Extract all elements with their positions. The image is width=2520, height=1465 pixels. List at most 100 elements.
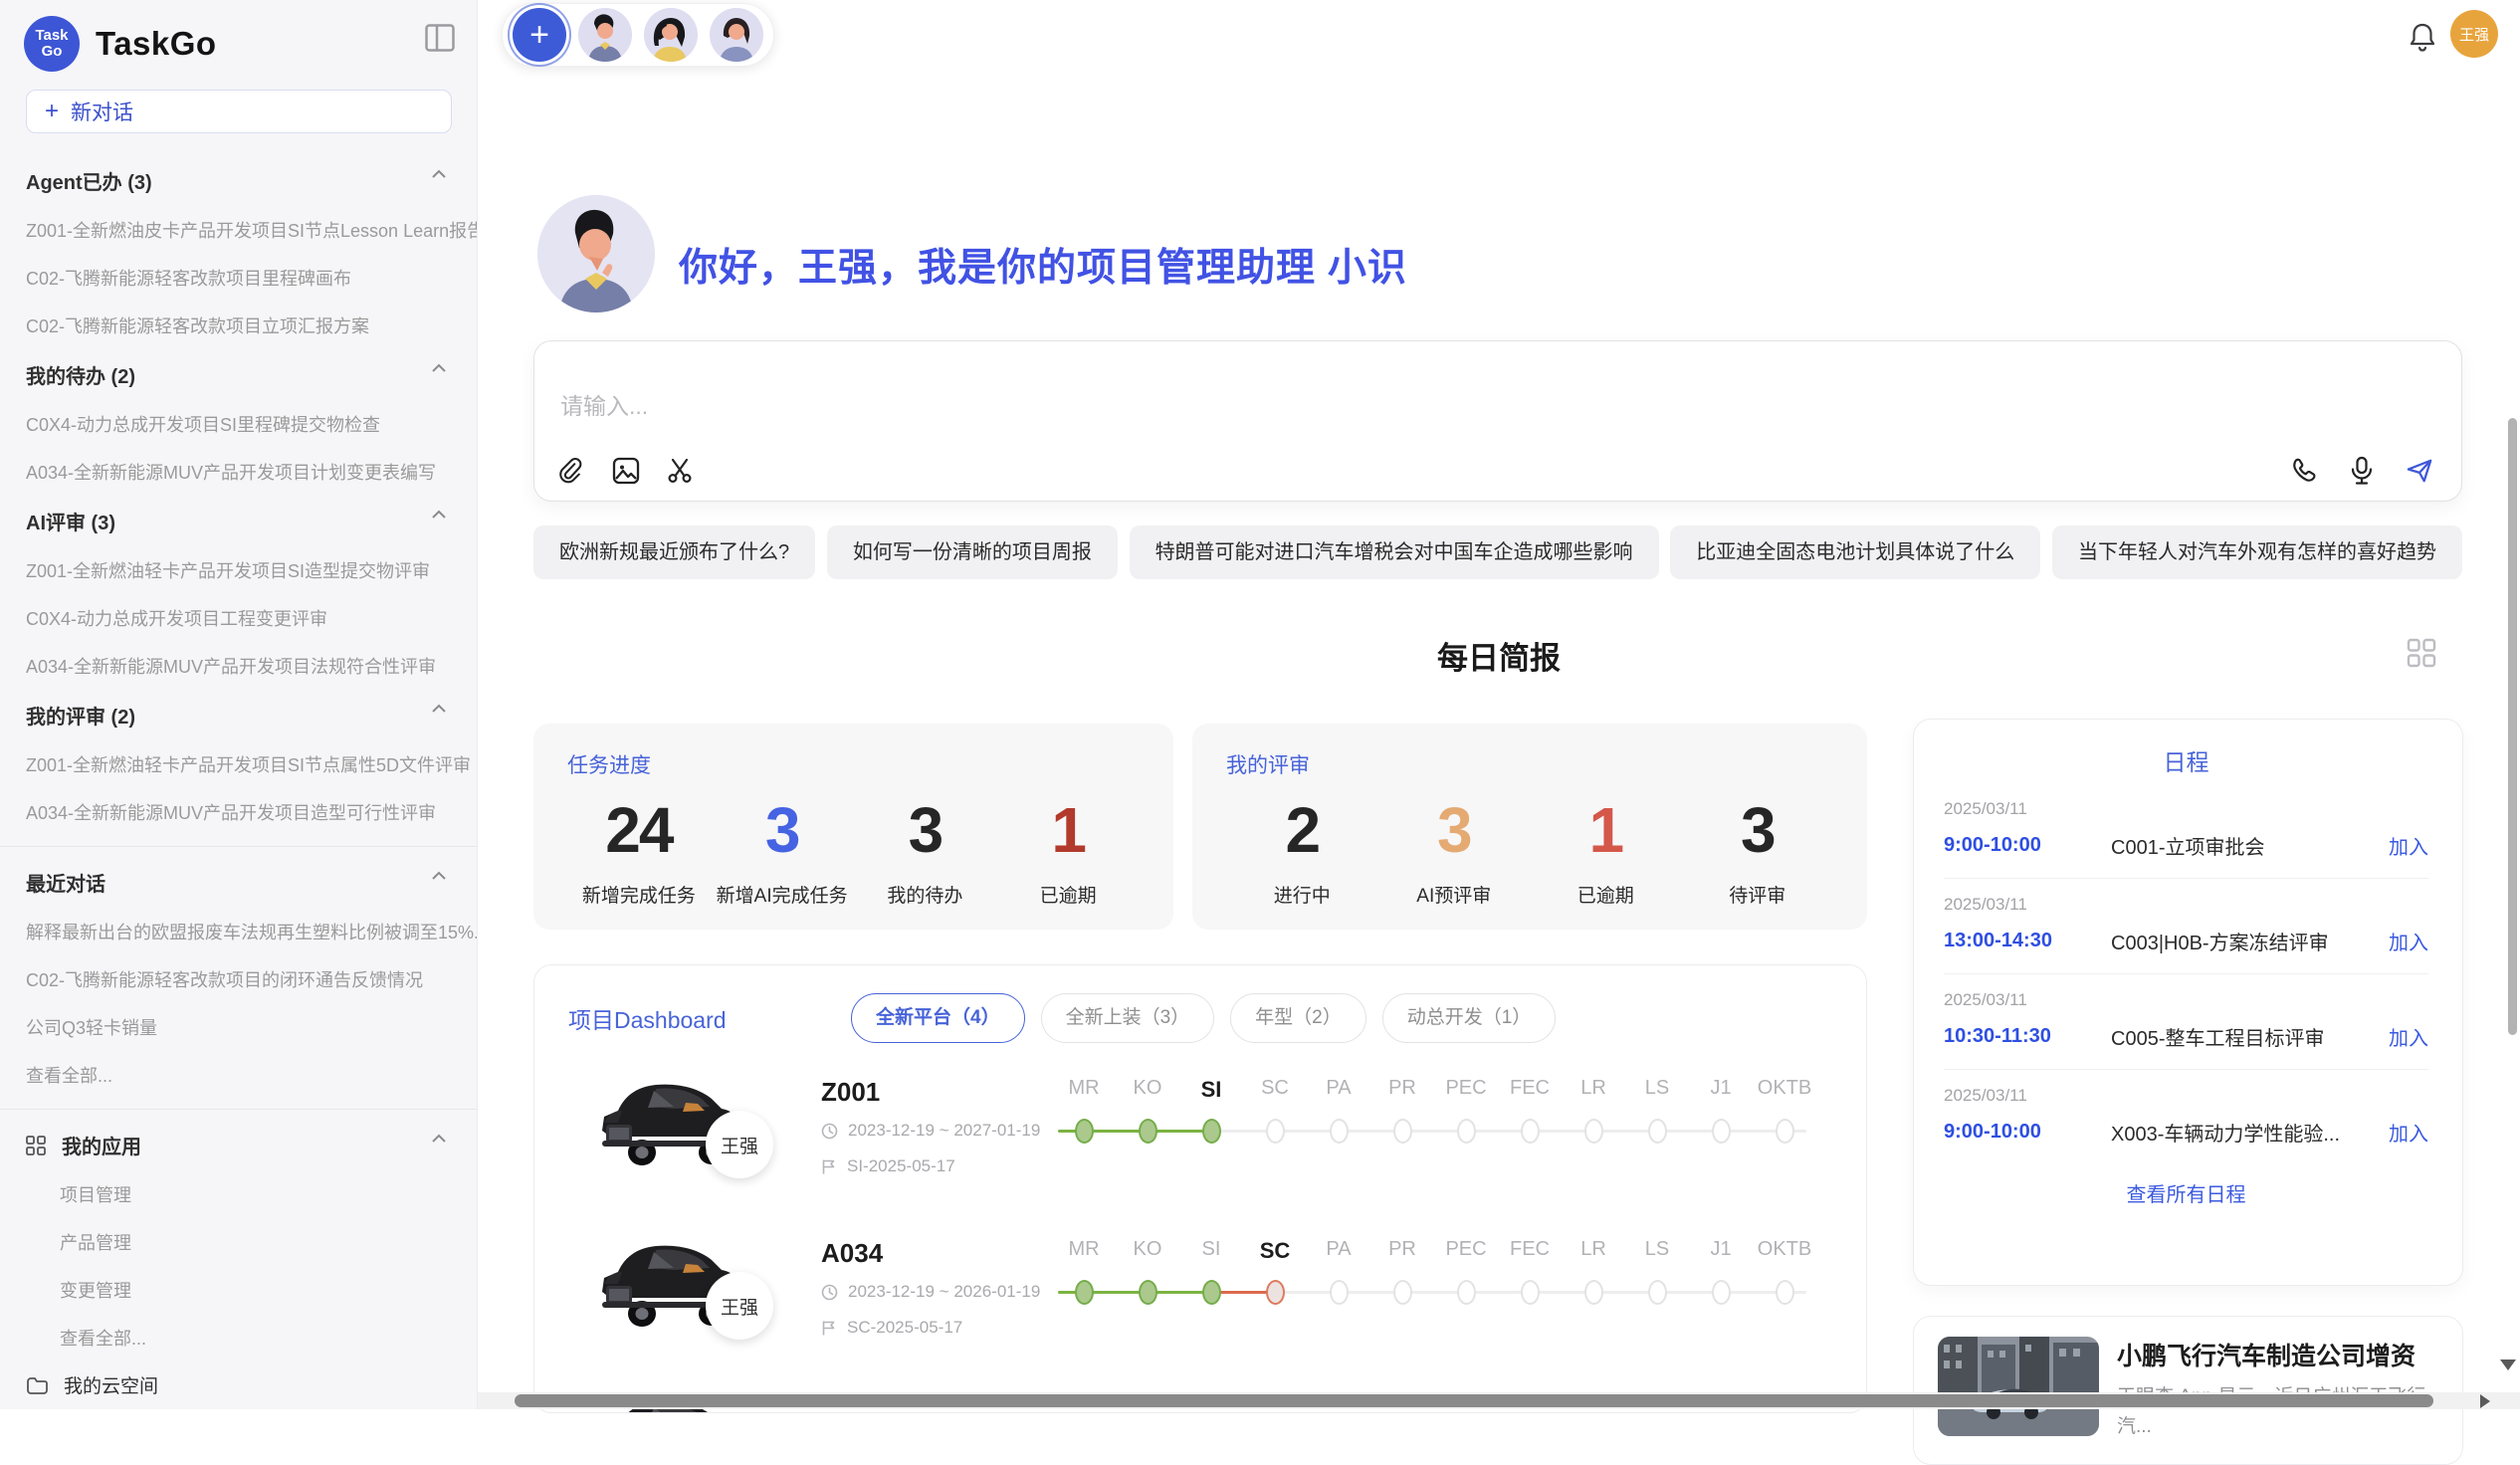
milestone-dot-fec[interactable] (1521, 1280, 1540, 1305)
join-link[interactable]: 加入 (2389, 831, 2428, 860)
milestone-dot-lr[interactable] (1584, 1119, 1603, 1144)
sidebar-section-header[interactable]: 我的评审 (2) (0, 690, 477, 740)
filter-chip[interactable]: 全新上装（3） (1041, 993, 1215, 1043)
notifications-bell-icon[interactable] (2409, 22, 2436, 52)
filter-chip[interactable]: 全新平台（4） (851, 993, 1025, 1043)
milestone-dot-pa[interactable] (1330, 1119, 1349, 1144)
milestone-dot-pec[interactable] (1457, 1280, 1476, 1305)
chevron-up-icon[interactable] (431, 1134, 447, 1144)
collapse-sidebar-icon[interactable] (425, 24, 455, 52)
scroll-right-arrow-icon[interactable] (2480, 1394, 2490, 1408)
milestone-label: PEC (1434, 1077, 1498, 1103)
scroll-down-arrow-icon[interactable] (2500, 1360, 2516, 1370)
milestone-dot-si[interactable] (1202, 1280, 1221, 1305)
add-session-button[interactable]: + (513, 8, 566, 62)
sidebar-item[interactable]: 解释最新出台的欧盟报废车法规再生塑料比例被调至15%... (0, 908, 477, 955)
sidebar-app-item[interactable]: 产品管理 (0, 1218, 477, 1266)
sidebar-item[interactable]: C0X4-动力总成开发项目SI里程碑提交物检查 (0, 400, 477, 448)
milestone-dot-pr[interactable] (1393, 1280, 1412, 1305)
sidebar-item[interactable]: Z001-全新燃油皮卡产品开发项目SI节点Lesson Learn报告 (0, 206, 477, 254)
agent-avatar-3[interactable] (710, 8, 763, 62)
milestone-dot-ko[interactable] (1139, 1280, 1157, 1305)
microphone-icon[interactable] (2348, 457, 2376, 485)
milestone-dot-mr[interactable] (1075, 1119, 1094, 1144)
filter-chip[interactable]: 动总开发（1） (1382, 993, 1557, 1043)
milestone-dot-pa[interactable] (1330, 1280, 1349, 1305)
sidebar-item[interactable]: A034-全新新能源MUV产品开发项目造型可行性评审 (0, 788, 477, 836)
sidebar-item[interactable]: Z001-全新燃油轻卡产品开发项目SI节点属性5D文件评审 (0, 740, 477, 788)
suggestion-chip[interactable]: 欧洲新规最近颁布了什么? (533, 525, 815, 579)
chevron-up-icon[interactable] (431, 169, 447, 179)
sidebar-item[interactable]: C0X4-动力总成开发项目工程变更评审 (0, 594, 477, 642)
milestone-dot-j1[interactable] (1712, 1119, 1731, 1144)
join-link[interactable]: 加入 (2389, 927, 2428, 955)
milestone-timeline: MRKOSISCPAPRPECFECLRLSJ1OKTB (1052, 1077, 1838, 1151)
new-chat-button[interactable]: + 新对话 (26, 90, 452, 133)
sidebar-item[interactable]: C02-飞腾新能源轻客改款项目的闭环通告反馈情况 (0, 955, 477, 1003)
sidebar-item[interactable]: 公司Q3轻卡销量 (0, 1003, 477, 1051)
milestone-dot-ls[interactable] (1648, 1280, 1667, 1305)
suggestion-chip[interactable]: 当下年轻人对汽车外观有怎样的喜好趋势 (2052, 525, 2462, 579)
chat-input[interactable] (560, 393, 1755, 420)
news-card[interactable]: 小鹏飞行汽车制造公司增资 天眼查 App 显示，近日广州汇天飞行汽... (1913, 1316, 2463, 1465)
view-all-schedule-link[interactable]: 查看所有日程 (1944, 1164, 2428, 1221)
sidebar-item[interactable]: A034-全新新能源MUV产品开发项目法规符合性评审 (0, 642, 477, 690)
vertical-scrollbar-thumb[interactable] (2508, 418, 2517, 1035)
scissors-icon[interactable] (666, 457, 694, 485)
sidebar-section-header[interactable]: 最近对话 (0, 857, 477, 908)
sidebar-section-header[interactable]: Agent已办 (3) (0, 155, 477, 206)
sidebar-app-item[interactable]: 项目管理 (0, 1170, 477, 1218)
milestone-dot-ko[interactable] (1139, 1119, 1157, 1144)
chevron-up-icon[interactable] (431, 510, 447, 520)
sidebar-section-header[interactable]: AI评审 (3) (0, 496, 477, 546)
join-link[interactable]: 加入 (2389, 1022, 2428, 1051)
join-link[interactable]: 加入 (2389, 1118, 2428, 1147)
milestone-dot-oktb[interactable] (1776, 1280, 1794, 1305)
milestone-dot-ls[interactable] (1648, 1119, 1667, 1144)
user-avatar[interactable]: 王强 (2450, 10, 2498, 58)
sidebar-app-item[interactable]: 变更管理 (0, 1266, 477, 1314)
project-dates: 2023-12-19 ~ 2026-01-19 (821, 1282, 1040, 1302)
horizontal-scrollbar-thumb[interactable] (515, 1394, 2433, 1407)
suggestion-chip[interactable]: 如何写一份清晰的项目周报 (827, 525, 1118, 579)
attachment-icon[interactable] (558, 457, 586, 485)
chevron-up-icon[interactable] (431, 704, 447, 714)
agent-avatar-2[interactable] (644, 8, 698, 62)
milestone-dot-j1[interactable] (1712, 1280, 1731, 1305)
sidebar-item[interactable]: C02-飞腾新能源轻客改款项目立项汇报方案 (0, 302, 477, 349)
sidebar-apps-header[interactable]: 我的应用 (0, 1120, 477, 1170)
image-icon[interactable] (612, 457, 640, 485)
event-row: 13:00-14:30C003|H0B-方案冻结评审加入 (1944, 927, 2428, 955)
milestone-dot-lr[interactable] (1584, 1280, 1603, 1305)
milestone-dot-fec[interactable] (1521, 1119, 1540, 1144)
sidebar-item[interactable]: 查看全部... (0, 1051, 477, 1099)
agent-avatar-1[interactable] (578, 8, 632, 62)
project-flag-text: SC-2025-05-17 (847, 1318, 962, 1338)
milestone-dot-sc[interactable] (1266, 1280, 1285, 1305)
phone-call-icon[interactable] (2290, 457, 2318, 485)
sidebar-item[interactable]: Z001-全新燃油轻卡产品开发项目SI造型提交物评审 (0, 546, 477, 594)
sidebar-item[interactable]: C02-飞腾新能源轻客改款项目里程碑画布 (0, 254, 477, 302)
chevron-up-icon[interactable] (431, 363, 447, 373)
news-snippet: 天眼查 App 显示，近日广州汇天飞行汽... (2117, 1382, 2445, 1442)
milestone-dot-si[interactable] (1202, 1119, 1221, 1144)
milestone-dot-pr[interactable] (1393, 1119, 1412, 1144)
project-dates-text: 2023-12-19 ~ 2027-01-19 (848, 1121, 1040, 1141)
milestone-dot-oktb[interactable] (1776, 1119, 1794, 1144)
suggestion-chip[interactable]: 比亚迪全固态电池计划具体说了什么 (1670, 525, 2040, 579)
milestone-dot-mr[interactable] (1075, 1280, 1094, 1305)
layout-grid-icon[interactable] (2407, 638, 2436, 668)
chevron-up-icon[interactable] (431, 871, 447, 881)
sidebar-link-8[interactable]: 我的云空间 (0, 1361, 477, 1408)
suggestion-chip[interactable]: 特朗普可能对进口汽车增税会对中国车企造成哪些影响 (1130, 525, 1659, 579)
logo-text-2: Go (42, 44, 63, 60)
milestone-dot-pec[interactable] (1457, 1119, 1476, 1144)
sidebar-item[interactable]: A034-全新新能源MUV产品开发项目计划变更表编写 (0, 448, 477, 496)
event-time: 9:00-10:00 (1944, 834, 2111, 857)
milestone-label: LR (1562, 1238, 1625, 1264)
sidebar-section-header[interactable]: 我的待办 (2) (0, 349, 477, 400)
send-icon[interactable] (2406, 457, 2433, 485)
filter-chip[interactable]: 年型（2） (1230, 993, 1366, 1043)
milestone-dot-sc[interactable] (1266, 1119, 1285, 1144)
sidebar-app-item[interactable]: 查看全部... (0, 1314, 477, 1361)
